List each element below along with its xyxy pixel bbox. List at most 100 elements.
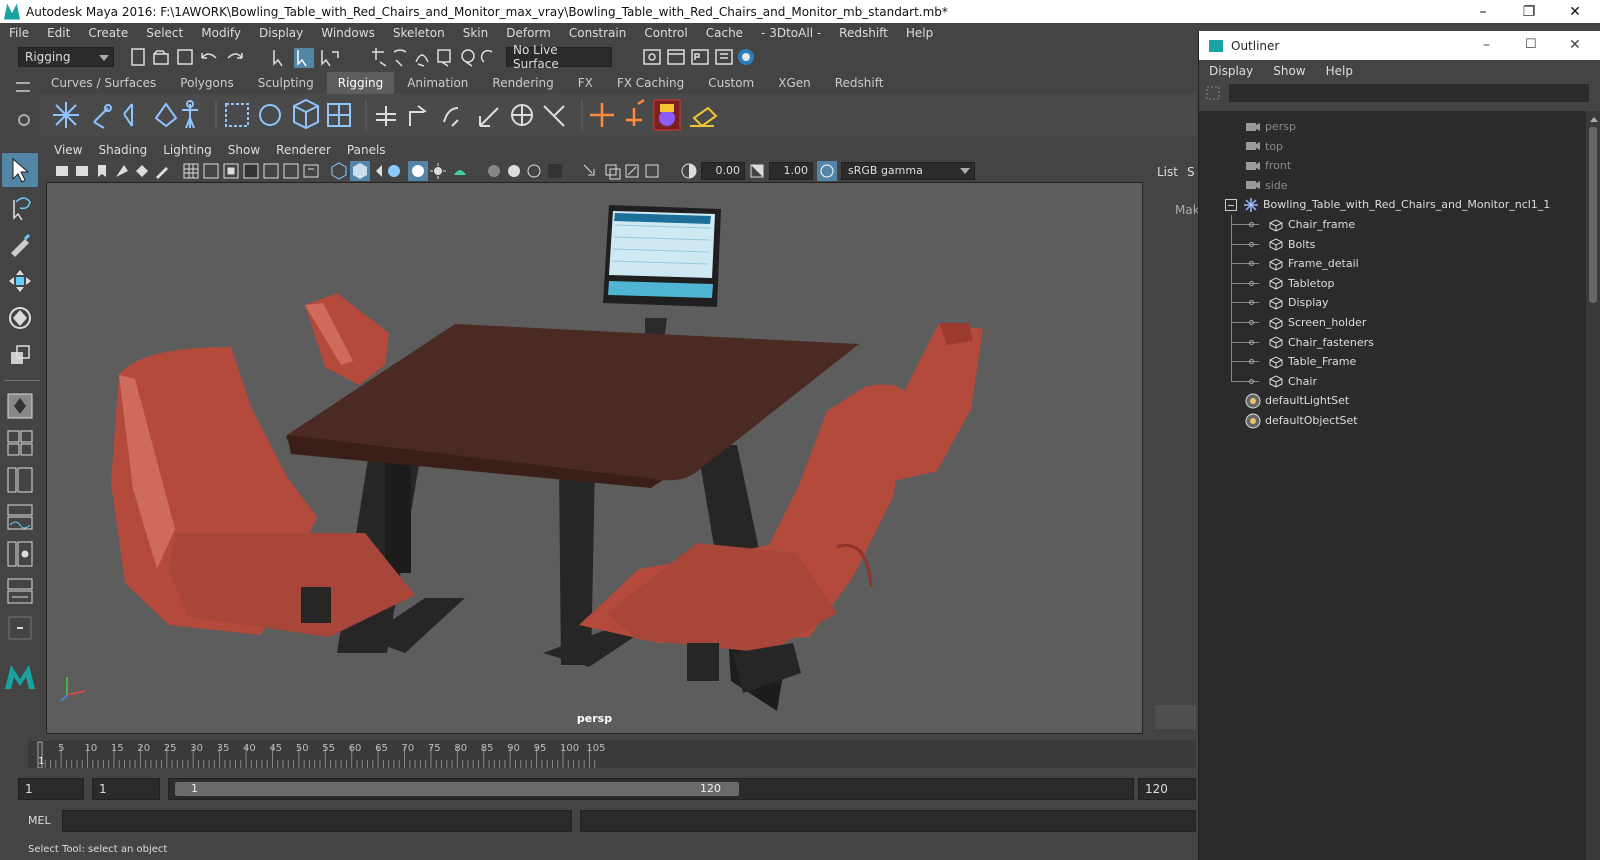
single-layout-icon[interactable] <box>2 389 38 423</box>
lighting-icons[interactable] <box>486 161 576 181</box>
mel-label[interactable]: MEL <box>28 814 51 827</box>
colorspace-dropdown[interactable]: sRGB gamma <box>841 161 975 180</box>
move-tool-icon[interactable] <box>2 264 38 298</box>
uv-layout-icon[interactable] <box>2 574 38 608</box>
vp-menu-lighting[interactable]: Lighting <box>155 143 220 157</box>
menu-deform[interactable]: Deform <box>497 26 560 40</box>
outliner-scrollbar[interactable] <box>1586 111 1600 860</box>
outliner-row-frame-detail[interactable]: Frame_detail <box>1231 254 1359 273</box>
filter-icon[interactable] <box>1205 85 1221 101</box>
outliner-row-table-frame[interactable]: Table_Frame <box>1231 352 1356 371</box>
layout-menu-icon[interactable] <box>2 611 38 645</box>
outliner-row-defaultobjectset[interactable]: defaultObjectSet <box>1245 411 1358 430</box>
range-slider[interactable]: 1 120 <box>168 778 1134 800</box>
tab-rendering[interactable]: Rendering <box>481 72 565 94</box>
menu-help[interactable]: Help <box>897 26 942 40</box>
camera-tools-icons[interactable] <box>54 161 182 181</box>
shelf-menu-icon[interactable] <box>16 82 30 92</box>
paint-select-tool-icon[interactable] <box>2 227 38 261</box>
exposure-field[interactable]: 0.00 <box>701 161 745 180</box>
outliner-row-top[interactable]: top <box>1245 137 1283 156</box>
menu-select[interactable]: Select <box>137 26 192 40</box>
menu-skeleton[interactable]: Skeleton <box>384 26 454 40</box>
tab-xgen[interactable]: XGen <box>767 72 822 94</box>
outliner-search-input[interactable] <box>1229 84 1589 102</box>
persp-viewport[interactable]: persp <box>46 182 1143 734</box>
file-tools-icons[interactable] <box>130 46 250 68</box>
vp-menu-shading[interactable]: Shading <box>90 143 155 157</box>
channel-tab-s[interactable]: S <box>1187 165 1195 179</box>
outliner-row-chair[interactable]: Chair <box>1231 372 1317 391</box>
vp-menu-view[interactable]: View <box>46 143 90 157</box>
time-slider[interactable]: 5 10 15 20 25 30 35 40 45 50 55 60 65 70 75 80 85 90 95 100… <box>0 738 1196 770</box>
scale-tool-icon[interactable] <box>2 338 38 372</box>
close-button[interactable]: ✕ <box>1552 0 1598 23</box>
outliner-row-front[interactable]: front <box>1245 156 1291 175</box>
menuset-dropdown[interactable]: Rigging <box>18 47 114 67</box>
menu-skin[interactable]: Skin <box>454 26 498 40</box>
outliner-menu-display[interactable]: Display <box>1199 64 1263 78</box>
outliner-row-tabletop[interactable]: Tabletop <box>1231 274 1334 293</box>
color-management-icon[interactable] <box>816 160 838 182</box>
menu-windows[interactable]: Windows <box>312 26 384 40</box>
outliner-row-screen-holder[interactable]: Screen_holder <box>1231 313 1366 332</box>
select-tool-icon[interactable] <box>2 153 38 187</box>
start-time-field[interactable]: 1 <box>18 778 84 800</box>
menu-modify[interactable]: Modify <box>192 26 250 40</box>
tab-rigging[interactable]: Rigging <box>326 72 395 94</box>
four-view-layout-icon[interactable] <box>2 426 38 460</box>
lasso-tool-icon[interactable] <box>2 190 38 224</box>
menu-edit[interactable]: Edit <box>38 26 79 40</box>
outliner-row-persp[interactable]: persp <box>1245 117 1296 136</box>
rigging-shelf-icons[interactable] <box>44 96 744 134</box>
gamma-field[interactable]: 1.00 <box>769 161 813 180</box>
outliner-persp-layout-icon[interactable] <box>2 463 38 497</box>
restore-button[interactable]: ❐ <box>1506 0 1552 23</box>
menu-3dtoall[interactable]: - 3DtoAll - <box>752 26 830 40</box>
shading-mode-icons[interactable] <box>328 160 478 181</box>
outliner-tree[interactable]: persp top front side Bowling_Table_with_Red_… <box>1199 111 1587 860</box>
outliner-menu-help[interactable]: Help <box>1316 64 1363 78</box>
isolate-icons[interactable] <box>580 161 680 181</box>
tab-sculpting[interactable]: Sculpting <box>246 72 325 94</box>
vp-menu-panels[interactable]: Panels <box>339 143 394 157</box>
playback-start-field[interactable]: 1 <box>92 778 160 800</box>
time-ruler[interactable]: 5 10 15 20 25 30 35 40 45 50 55 60 65 70 75 80 85 90 95 100… <box>28 740 1196 769</box>
live-surface-field[interactable]: No Live Surface <box>506 43 612 71</box>
tab-curves-surfaces[interactable]: Curves / Surfaces <box>40 72 168 94</box>
menu-file[interactable]: File <box>0 26 38 40</box>
hypershade-layout-icon[interactable] <box>2 537 38 571</box>
scroll-thumb[interactable] <box>1589 127 1597 303</box>
vp-menu-show[interactable]: Show <box>220 143 268 157</box>
range-slider-handle[interactable]: 1 120 <box>175 782 739 796</box>
outliner-row-defaultlightset[interactable]: defaultLightSet <box>1245 391 1349 410</box>
outliner-close-button[interactable]: ✕ <box>1569 37 1581 53</box>
menu-cache[interactable]: Cache <box>697 26 752 40</box>
snap-icons[interactable] <box>370 46 500 68</box>
outliner-row-chair-frame[interactable]: Chair_frame <box>1231 215 1355 234</box>
render-icons[interactable] <box>642 46 772 68</box>
menu-display[interactable]: Display <box>250 26 312 40</box>
end-time-field[interactable]: 120 <box>1138 778 1196 800</box>
menu-redshift[interactable]: Redshift <box>830 26 897 40</box>
outliner-row-side[interactable]: side <box>1245 176 1288 195</box>
outliner-minimize-button[interactable]: – <box>1483 37 1490 53</box>
outliner-row-bowling-table-with-red-chairs-and-monitor-ncl1-1[interactable]: Bowling_Table_with_Red_Chairs_and_Monito… <box>1225 195 1550 214</box>
outliner-row-display[interactable]: Display <box>1231 293 1329 312</box>
tab-redshift[interactable]: Redshift <box>823 72 895 94</box>
tab-fx[interactable]: FX <box>566 72 604 94</box>
outliner-row-bolts[interactable]: Bolts <box>1231 235 1315 254</box>
display-tools-icons[interactable] <box>182 161 322 181</box>
tab-custom[interactable]: Custom <box>697 72 766 94</box>
menu-constrain[interactable]: Constrain <box>560 26 636 40</box>
tab-fx-caching[interactable]: FX Caching <box>605 72 696 94</box>
channel-tab-list[interactable]: List <box>1157 165 1178 179</box>
outliner-menu-show[interactable]: Show <box>1263 64 1315 78</box>
tab-animation[interactable]: Animation <box>396 72 480 94</box>
tab-polygons[interactable]: Polygons <box>169 72 245 94</box>
minimize-button[interactable]: – <box>1460 0 1506 23</box>
outliner-maximize-button[interactable]: ☐ <box>1525 37 1537 52</box>
graph-layout-icon[interactable] <box>2 500 38 534</box>
command-input[interactable] <box>62 810 572 832</box>
collapse-icon[interactable] <box>1225 198 1237 211</box>
